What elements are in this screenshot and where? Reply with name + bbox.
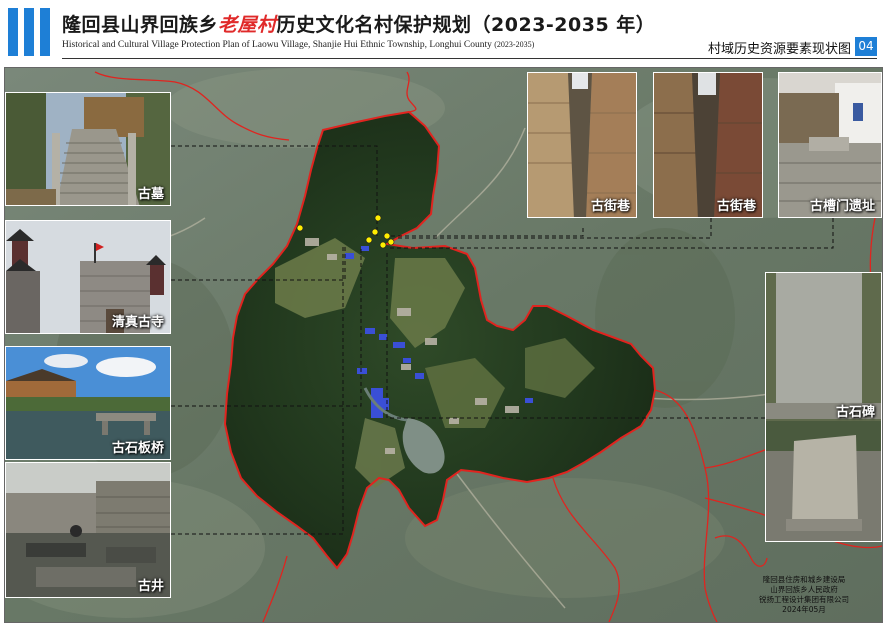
credit-line-2: 山界回族乡人民政府 — [770, 585, 838, 594]
header: 隆回县山界回族乡老屋村历史文化名村保护规划（2023-2035 年） Histo… — [0, 0, 885, 64]
photo-stone-stele[interactable]: 古石碑 — [765, 272, 882, 542]
photo-ancient-gate-site[interactable]: 古槽门遗址 — [778, 72, 882, 218]
photo-ancient-tomb[interactable]: 古墓 — [5, 92, 171, 206]
photo-mosque[interactable]: 清真古寺 — [5, 220, 171, 334]
sheet-number-badge: 04 — [855, 37, 877, 56]
photo-caption: 古街巷 — [590, 199, 630, 214]
photo-caption: 古井 — [137, 579, 164, 594]
photo-caption: 古石碑 — [835, 405, 875, 420]
village-name-highlight: 老屋村 — [218, 14, 277, 36]
photo-caption: 古槽门遗址 — [809, 199, 875, 214]
satellite-map[interactable]: 古墓 清真古寺 古石板桥 古井 古街巷 古街巷 古槽门遗址 古石碑 — [4, 67, 883, 623]
photo-caption: 古街巷 — [716, 199, 756, 214]
photo-ancient-street-1[interactable]: 古街巷 — [527, 72, 637, 218]
sheet-title: 村域历史资源要素现状图 — [707, 42, 851, 57]
photo-ancient-street-2[interactable]: 古街巷 — [653, 72, 763, 218]
logo-bars-icon — [8, 8, 52, 56]
photo-caption: 清真古寺 — [111, 315, 164, 330]
credit-line-3: 锐扬工程设计集团有限公司 — [759, 595, 849, 604]
photo-stone-slab-bridge[interactable]: 古石板桥 — [5, 346, 171, 460]
credits: 隆回县住房和城乡建设局 山界回族乡人民政府 锐扬工程设计集团有限公司 2024年… — [750, 575, 858, 615]
credit-date: 2024年05月 — [782, 605, 826, 614]
photo-caption: 古墓 — [137, 187, 164, 202]
credit-line-1: 隆回县住房和城乡建设局 — [762, 575, 846, 584]
page-title: 隆回县山界回族乡老屋村历史文化名村保护规划（2023-2035 年） — [62, 14, 656, 36]
page-subtitle: Historical and Cultural Village Protecti… — [62, 40, 535, 50]
header-divider — [62, 58, 877, 59]
photo-caption: 古石板桥 — [111, 441, 164, 456]
photo-ancient-well[interactable]: 古井 — [5, 462, 171, 598]
